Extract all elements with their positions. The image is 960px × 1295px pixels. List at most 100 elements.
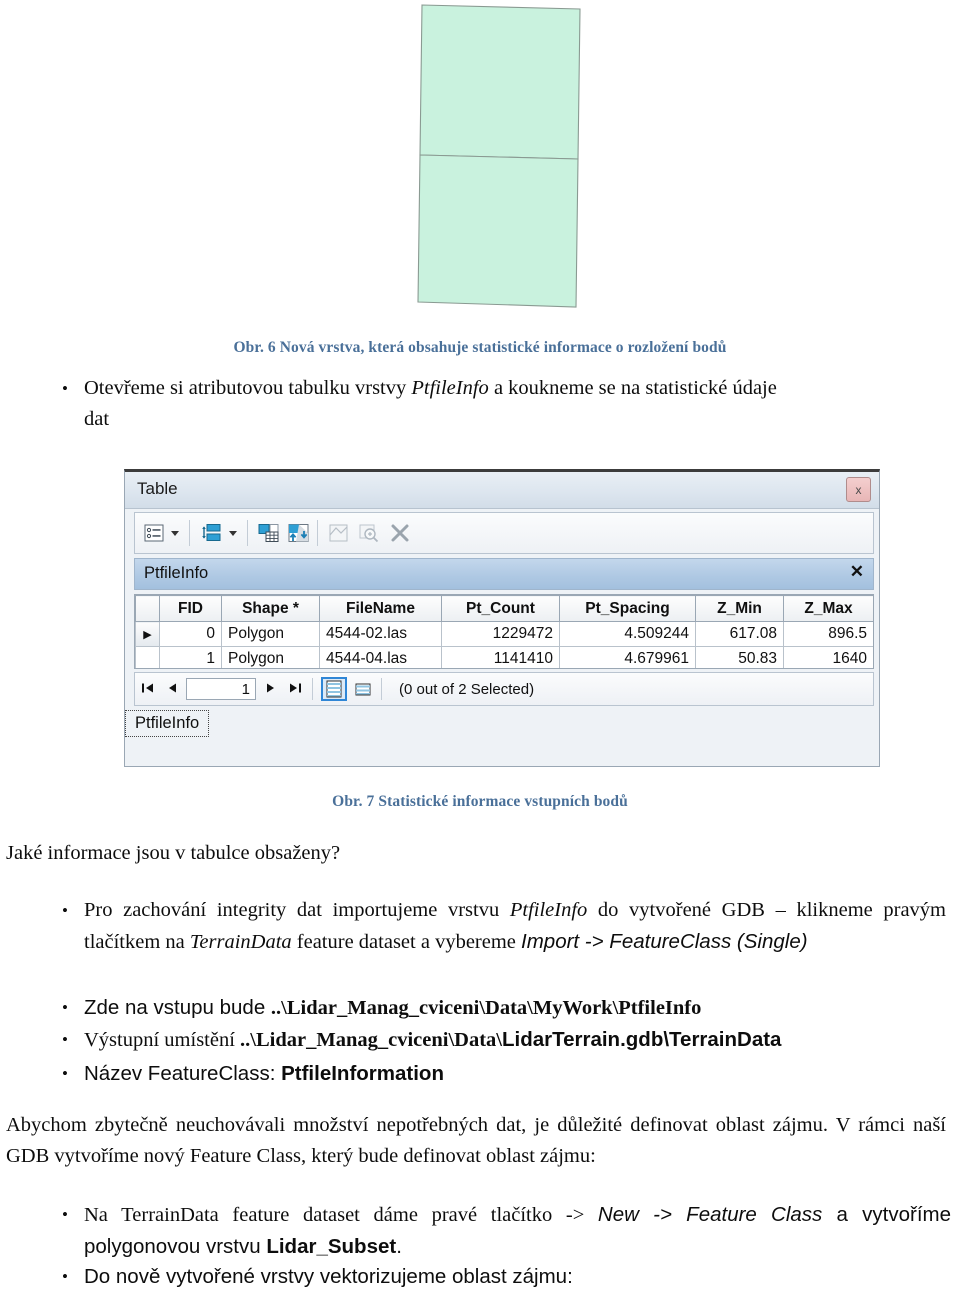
related-tables-caret-icon[interactable] [229,518,237,548]
cell-pt-spacing[interactable]: 4.679961 [559,646,696,668]
cell-pt-count[interactable]: 1229472 [441,621,560,647]
first-record-button[interactable] [135,682,159,697]
text-segment: feature dataset a vybereme [291,931,522,953]
figure-polygon-graphic [415,2,587,312]
featureclass-name-value: PtfileInformation [281,1062,444,1085]
table-header-row: FID Shape * FileName Pt_Count Pt_Spacing… [135,595,873,622]
text-segment: Na TerrainData feature dataset dáme prav… [84,1204,598,1226]
output-path-gdb: LidarTerrain.gdb\TerrainData [501,1028,782,1051]
bullet-marker: • [62,901,68,920]
menu-path-new-featureclass: New -> Feature Class [597,1203,823,1226]
bullet-marker: • [62,998,68,1017]
selection-status-text: (0 out of 2 Selected) [399,680,535,698]
bullet-featureclass-name-text: Název FeatureClass: PtfileInformation [84,1058,946,1090]
table-row[interactable]: 1 Polygon 4544-04.las 1141410 4.679961 5… [135,646,873,668]
layer-name-ptfileinfo: PtfileInfo [411,377,489,399]
text-segment: Pro zachování integrity dat importujeme … [84,899,510,921]
cell-filename[interactable]: 4544-04.las [319,646,442,668]
cell-filename[interactable]: 4544-02.las [319,621,442,647]
row-selector-cell[interactable] [135,646,160,668]
table-tabstrip: PtfileInfo ✕ [134,558,874,590]
column-header-pt-spacing[interactable]: Pt_Spacing [559,595,696,622]
text-segment: Zde na vstupu bude [84,996,271,1019]
options-dropdown-caret-icon[interactable] [171,518,179,548]
cell-z-min[interactable]: 617.08 [695,621,784,647]
selected-view-icon[interactable] [350,677,376,701]
cell-shape[interactable]: Polygon [221,646,320,668]
column-header-z-max[interactable]: Z_Max [783,595,873,622]
cell-fid[interactable]: 0 [159,621,222,647]
arcmap-table-window: Table x PtfileInfo ✕ FID Shape * FileNam… [124,469,880,767]
text-segment: dat [84,408,110,430]
figure-7-caption: Obr. 7 Statistické informace vstupních b… [332,793,628,810]
bullet-import-layer-text: Pro zachování integrity dat importujeme … [84,895,946,958]
bottom-tab-ptfileinfo[interactable]: PtfileInfo [125,710,210,737]
bullet-new-feature-class-text: Na TerrainData feature dataset dáme prav… [84,1199,951,1263]
dataset-name-terraindata: TerrainData [189,931,292,953]
last-record-button[interactable] [283,682,307,697]
column-header-z-min[interactable]: Z_Min [695,595,784,622]
close-icon[interactable]: ✕ [850,562,864,582]
current-row-pointer-icon: ▶ [143,629,152,641]
text-segment: Výstupní umístění [84,1029,241,1051]
cell-pt-count[interactable]: 1141410 [441,646,560,668]
table-calculate-icon[interactable] [257,518,281,548]
close-icon[interactable]: x [846,477,871,502]
figure-6-caption: Obr. 6 Nová vrstva, která obsahuje stati… [233,339,727,356]
bullet-output-location: • Výstupní umístění ..\Lidar_Manag_cvice… [56,1024,951,1056]
attribute-table: FID Shape * FileName Pt_Count Pt_Spacing… [135,595,873,668]
recordbar-separator [312,678,313,700]
table-select-icon[interactable] [327,518,351,548]
text-segment: Otevřeme si atributovou tabulku vrstvy [84,377,412,399]
text-segment: . [396,1235,402,1258]
table-toolbar [134,512,874,554]
row-selector-cell[interactable]: ▶ [135,621,160,647]
table-row[interactable]: ▶ 0 Polygon 4544-02.las 1229472 4.509244… [135,621,873,647]
bullet-featureclass-name: • Název FeatureClass: PtfileInformation [56,1058,946,1090]
question-line: Jaké informace jsou v tabulce obsaženy? [6,842,341,864]
column-header-fid[interactable]: FID [159,595,222,622]
paragraph-area-of-interest: Abychom zbytečně neuchovávali množství n… [6,1114,946,1167]
previous-record-button[interactable] [159,682,183,697]
table-view-icon[interactable] [321,677,347,701]
column-header-shape[interactable]: Shape * [221,595,320,622]
text-segment: a koukneme se na statistické údaje [488,377,777,399]
text-segment: Název FeatureClass: [84,1062,282,1085]
cell-z-min[interactable]: 50.83 [695,646,784,668]
clear-selection-icon[interactable] [389,518,411,548]
attribute-grid[interactable]: FID Shape * FileName Pt_Count Pt_Spacing… [134,594,874,669]
next-record-button[interactable] [259,682,283,697]
table-window-titlebar: Table x [125,472,879,509]
toolbar-separator [189,520,190,546]
table-export-icon[interactable] [287,518,311,548]
bullet-open-attribute-table-text: Otevřeme si atributovou tabulku vrstvy P… [84,373,936,435]
bullet-input-path: • Zde na vstupu bude ..\Lidar_Manag_cvic… [56,992,946,1024]
cell-z-max[interactable]: 896.5 [783,621,873,647]
bullet-vectorize-text: Do nově vytvořené vrstvy vektorizujeme o… [84,1265,573,1288]
bullet-vectorize: • Do nově vytvořené vrstvy vektorizujeme… [56,1261,946,1292]
bullet-marker: • [62,1267,68,1286]
toolbar-separator [247,520,248,546]
bullet-output-location-text: Výstupní umístění ..\Lidar_Manag_cviceni… [84,1024,951,1056]
column-header-pt-count[interactable]: Pt_Count [441,595,560,622]
table-options-icon[interactable] [143,518,165,548]
cell-z-max[interactable]: 1640 [783,646,873,668]
row-selector-header [135,595,160,622]
bullet-open-attribute-table: • Otevřeme si atributovou tabulku vrstvy… [56,373,936,435]
output-path-prefix: ..\Lidar_Manag_cviceni\Data\ [240,1029,502,1051]
bullet-new-feature-class: • Na TerrainData feature dataset dáme pr… [56,1199,951,1263]
zoom-to-selected-icon[interactable] [357,518,381,548]
layer-name-lidar-subset: Lidar_Subset [266,1235,397,1258]
record-index-input[interactable]: 1 [186,678,256,700]
toolbar-separator [317,520,318,546]
cell-shape[interactable]: Polygon [221,621,320,647]
cell-pt-spacing[interactable]: 4.509244 [559,621,696,647]
bullet-import-layer: • Pro zachování integrity dat importujem… [56,895,946,958]
layer-name-ptfileinfo: PtfileInfo [509,899,588,921]
related-tables-icon[interactable] [199,518,223,548]
menu-path-import-featureclass: Import -> FeatureClass (Single) [521,930,808,953]
cell-fid[interactable]: 1 [159,646,222,668]
bullet-marker: • [62,1064,68,1083]
table-bottom-tabs: PtfileInfo [125,710,874,740]
column-header-filename[interactable]: FileName [319,595,442,622]
